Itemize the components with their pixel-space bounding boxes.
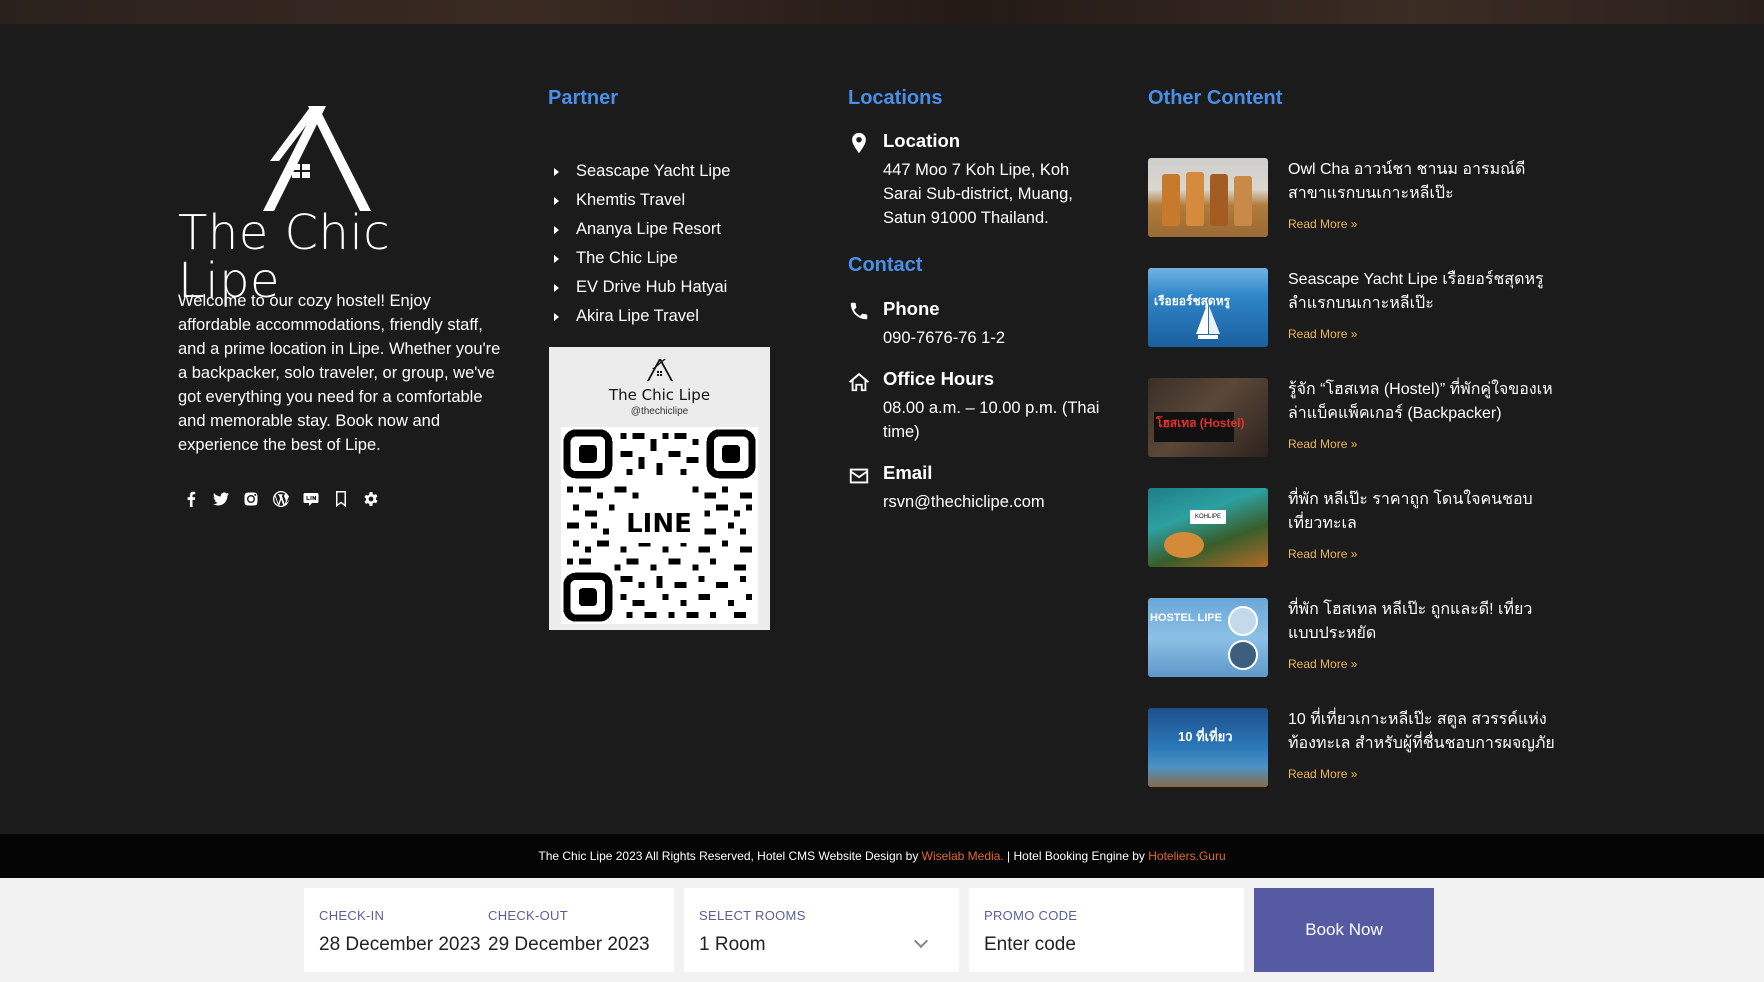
house-logo-icon <box>646 359 673 381</box>
promo-label: PROMO CODE <box>984 908 1078 923</box>
site-footer: The Chic Lipe Welcome to our cozy hostel… <box>0 24 1764 834</box>
post-item[interactable]: KOHLIPE ที่พัก หลีเป๊ะ ราคาถูก โดนใจคนชอ… <box>1148 488 1568 568</box>
locations-title: Locations <box>848 87 943 109</box>
envelope-icon <box>848 465 870 487</box>
post-thumbnail[interactable]: โฮสเทล (Hostel) <box>1148 378 1268 457</box>
chevron-down-icon <box>913 933 929 949</box>
phone-label: Phone <box>883 298 940 319</box>
partner-link[interactable]: Ananya Lipe Resort <box>552 215 730 244</box>
location-block: Location 447 Moo 7 Koh Lipe, Koh Sarai S… <box>848 130 1108 230</box>
rooms-select[interactable]: SELECT ROOMS 1 Room <box>684 888 959 972</box>
phone-block: Phone 090-7676-76 1-2 <box>848 298 1108 350</box>
post-item[interactable]: Owl Cha อาวน์ชา ชานม อารมณ์ดี สาขาแรกบนเ… <box>1148 158 1568 238</box>
rooms-label: SELECT ROOMS <box>699 908 806 923</box>
hoteliers-link[interactable]: Hoteliers.Guru <box>1148 849 1225 863</box>
post-title[interactable]: ที่พัก หลีเป๊ะ ราคาถูก โดนใจคนชอบเที่ยวท… <box>1288 488 1558 536</box>
location-value: 447 Moo 7 Koh Lipe, Koh Sarai Sub-distri… <box>883 161 1073 227</box>
post-title[interactable]: รู้จัก “โฮสเทล (Hostel)” ที่พักคู่ใจของเ… <box>1288 378 1558 426</box>
post-thumbnail[interactable]: HOSTEL LIPE <box>1148 598 1268 677</box>
caret-right-icon <box>554 283 559 292</box>
partner-link[interactable]: EV Drive Hub Hatyai <box>552 273 730 302</box>
partner-link[interactable]: Khemtis Travel <box>552 186 730 215</box>
brand-logo[interactable]: The Chic Lipe <box>178 106 448 305</box>
caret-right-icon <box>554 196 559 205</box>
caret-right-icon <box>554 254 559 263</box>
partner-link[interactable]: The Chic Lipe <box>552 244 730 273</box>
home-icon <box>848 371 870 393</box>
line-icon[interactable] <box>302 490 320 508</box>
copyright-bar: The Chic Lipe 2023 All Rights Reserved, … <box>0 834 1764 878</box>
social-links <box>182 490 380 508</box>
rooms-value: 1 Room <box>699 934 766 955</box>
caret-right-icon <box>554 167 559 176</box>
hours-label: Office Hours <box>883 368 995 389</box>
caret-right-icon <box>554 312 559 321</box>
checkout-value[interactable]: 29 December 2023 <box>488 934 650 956</box>
post-item[interactable]: 10 ที่เที่ยว 10 ที่เที่ยวเกาะหลีเป๊ะ สตู… <box>1148 708 1568 788</box>
other-content-title: Other Content <box>1148 87 1283 109</box>
line-qr-card: The Chic Lipe @thechiclipe LINE <box>549 347 770 630</box>
caret-right-icon <box>554 225 559 234</box>
about-text: Welcome to our cozy hostel! Enjoy afford… <box>178 292 501 454</box>
checkout-label: CHECK-OUT <box>488 908 568 923</box>
house-logo-icon <box>263 106 371 211</box>
email-value[interactable]: rsvn@thechiclipe.com <box>883 490 1108 514</box>
wordpress-icon[interactable] <box>272 490 290 508</box>
partner-list: Seascape Yacht Lipe Khemtis Travel Anany… <box>552 157 730 331</box>
post-item[interactable]: เรือยอร์ชสุดหรู Seascape Yacht Lipe เรือ… <box>1148 268 1568 348</box>
post-title[interactable]: Seascape Yacht Lipe เรือยอร์ชสุดหรู ลำแร… <box>1288 268 1558 316</box>
checkin-value[interactable]: 28 December 2023 <box>319 934 481 956</box>
qr-code: LINE <box>561 427 758 624</box>
email-label: Email <box>883 462 933 483</box>
post-thumbnail[interactable]: เรือยอร์ชสุดหรู <box>1148 268 1268 347</box>
partner-title: Partner <box>548 87 619 109</box>
hero-image-strip <box>0 0 1764 24</box>
book-now-button[interactable]: Book Now <box>1254 888 1434 972</box>
post-item[interactable]: HOSTEL LIPE ที่พัก โฮสเทล หลีเป๊ะ ถูกและ… <box>1148 598 1568 678</box>
promo-input[interactable]: Enter code <box>984 934 1076 956</box>
post-thumbnail[interactable] <box>1148 158 1268 237</box>
hours-block: Office Hours 08.00 a.m. – 10.00 p.m. (Th… <box>848 368 1108 444</box>
read-more-link[interactable]: Read More » <box>1288 437 1357 451</box>
read-more-link[interactable]: Read More » <box>1288 767 1357 781</box>
wiselab-link[interactable]: Wiselab Media. <box>922 849 1004 863</box>
copyright-text: The Chic Lipe 2023 All Rights Reserved, … <box>538 849 922 863</box>
read-more-link[interactable]: Read More » <box>1288 217 1357 231</box>
post-thumbnail[interactable]: KOHLIPE <box>1148 488 1268 567</box>
post-title[interactable]: ที่พัก โฮสเทล หลีเป๊ะ ถูกและดี! เที่ยวแบ… <box>1288 598 1558 646</box>
booking-bar: CHECK-IN 28 December 2023 CHECK-OUT 29 D… <box>0 878 1764 982</box>
line-label: LINE <box>619 505 699 543</box>
instagram-icon[interactable] <box>242 490 260 508</box>
post-title[interactable]: 10 ที่เที่ยวเกาะหลีเป๊ะ สตูล สวรรค์แห่งท… <box>1288 708 1558 756</box>
post-title[interactable]: Owl Cha อาวน์ชา ชานม อารมณ์ดี สาขาแรกบนเ… <box>1288 158 1558 206</box>
map-pin-icon <box>848 132 870 154</box>
qr-brand: The Chic Lipe @thechiclipe <box>549 359 770 417</box>
location-label: Location <box>883 130 961 151</box>
phone-value[interactable]: 090-7676-76 1-2 <box>883 326 1108 350</box>
partner-link[interactable]: Akira Lipe Travel <box>552 302 730 331</box>
phone-icon <box>848 300 870 322</box>
post-item[interactable]: โฮสเทล (Hostel) รู้จัก “โฮสเทล (Hostel)”… <box>1148 378 1568 458</box>
email-block: Email rsvn@thechiclipe.com <box>848 462 1108 514</box>
hours-value: 08.00 a.m. – 10.00 p.m. (Thai time) <box>883 399 1100 441</box>
bookmark-icon[interactable] <box>332 490 350 508</box>
promo-field[interactable]: PROMO CODE Enter code <box>969 888 1244 972</box>
checkin-label: CHECK-IN <box>319 908 385 923</box>
facebook-icon[interactable] <box>182 490 200 508</box>
read-more-link[interactable]: Read More » <box>1288 547 1357 561</box>
copyright-middle: | Hotel Booking Engine by <box>1003 849 1149 863</box>
date-range-field[interactable]: CHECK-IN 28 December 2023 CHECK-OUT 29 D… <box>304 888 674 972</box>
read-more-link[interactable]: Read More » <box>1288 657 1357 671</box>
partner-link[interactable]: Seascape Yacht Lipe <box>552 157 730 186</box>
twitter-icon[interactable] <box>212 490 230 508</box>
contact-title: Contact <box>848 254 923 276</box>
gear-icon[interactable] <box>362 490 380 508</box>
post-thumbnail[interactable]: 10 ที่เที่ยว <box>1148 708 1268 787</box>
read-more-link[interactable]: Read More » <box>1288 327 1357 341</box>
